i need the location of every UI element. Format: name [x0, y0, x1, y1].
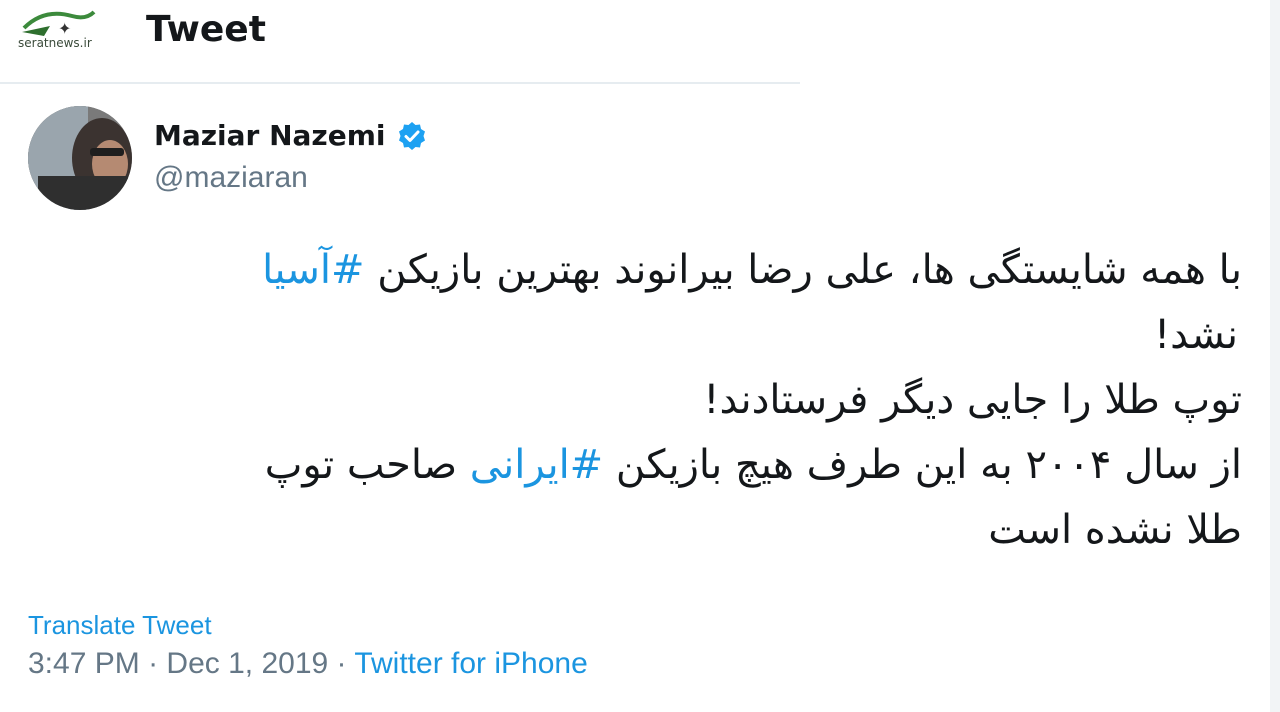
page-title: Tweet — [146, 9, 266, 50]
tweet-line-5: طلا نشده است — [988, 507, 1242, 553]
watermark-text: seratnews.ir — [18, 36, 92, 50]
tweet-page: ✦ seratnews.ir Tweet Maziar Nazemi @mazi… — [0, 0, 1280, 712]
verified-badge-icon — [396, 120, 428, 152]
tweet-line-4-after: صاحب توپ — [264, 442, 470, 488]
tweet-text: با همه شایستگی ها، علی رضا بیرانوند بهتر… — [62, 238, 1242, 563]
hashtag-asia[interactable]: #آسیا — [262, 247, 364, 293]
tweet-line-2: نشد! — [1154, 312, 1238, 358]
page-header: ✦ seratnews.ir Tweet — [0, 0, 1280, 82]
tweet-source-link[interactable]: Twitter for iPhone — [354, 647, 587, 680]
tweet-time[interactable]: 3:47 PM — [28, 647, 140, 680]
tweet-line-1-text: با همه شایستگی ها، علی رضا بیرانوند بهتر… — [364, 247, 1242, 293]
author-handle[interactable]: @maziaran — [154, 158, 308, 198]
tweet-line-3: توپ طلا را جایی دیگر فرستادند! — [703, 377, 1242, 423]
author-name-text[interactable]: Maziar Nazemi — [154, 116, 386, 156]
tweet-metadata: 3:47 PM · Dec 1, 2019 · Twitter for iPho… — [28, 644, 588, 684]
tweet-line-4-before: از سال ۲۰۰۴ به این طرف هیچ بازیکن — [603, 442, 1242, 488]
author-name[interactable]: Maziar Nazemi — [154, 116, 428, 156]
tweet-line-1: با همه شایستگی ها، علی رضا بیرانوند بهتر… — [62, 238, 1242, 303]
avatar[interactable] — [28, 106, 132, 210]
tweet-date[interactable]: Dec 1, 2019 — [166, 647, 328, 680]
meta-separator-2: · — [336, 647, 347, 680]
right-scroll-edge — [1270, 0, 1280, 712]
translate-tweet-link[interactable]: Translate Tweet — [28, 608, 212, 642]
tweet-line-4: از سال ۲۰۰۴ به این طرف هیچ بازیکن #ایران… — [62, 433, 1242, 498]
hashtag-irani[interactable]: #ایرانی — [470, 442, 603, 488]
avatar-photo — [28, 106, 132, 210]
header-divider — [0, 82, 800, 84]
meta-separator: · — [148, 647, 159, 680]
